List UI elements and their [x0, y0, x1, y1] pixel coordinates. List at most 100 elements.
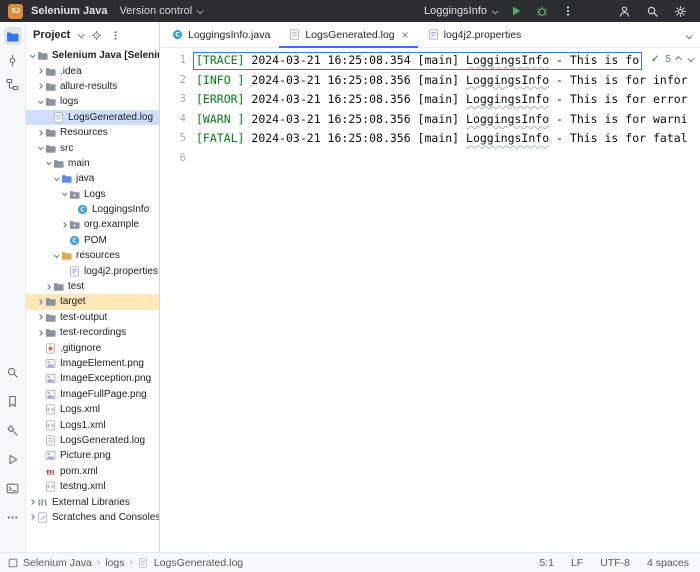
tree-item-idea[interactable]: .idea — [26, 63, 159, 78]
tree-item-selenium-java-seleniumjava[interactable]: Selenium Java [SeleniumJava] — [26, 48, 159, 63]
tree-item-picture-png[interactable]: Picture.png — [26, 448, 159, 463]
close-tab-icon[interactable]: × — [402, 29, 409, 41]
chevron-down-icon[interactable] — [27, 52, 36, 58]
project-name[interactable]: Selenium Java — [31, 5, 107, 17]
chevron-down-icon[interactable] — [35, 98, 44, 104]
tree-item-logsgenerated-log[interactable]: LogsGenerated.log — [26, 433, 159, 448]
tree-item-label: Resources — [60, 127, 108, 139]
source-folder-icon — [60, 173, 73, 185]
file-encoding[interactable]: UTF-8 — [600, 557, 630, 569]
bookmarks-icon[interactable] — [4, 392, 22, 410]
locate-file-icon[interactable] — [91, 30, 102, 41]
chevron-right-icon[interactable] — [43, 283, 52, 290]
run-icon[interactable] — [508, 4, 523, 19]
editor-line[interactable]: 6 — [160, 149, 700, 169]
line-number: 3 — [179, 93, 186, 106]
breadcrumb-item[interactable]: LogsGenerated.log — [154, 557, 243, 569]
code-area[interactable]: 1 [TRACE] 2024-03-21 16:25:08.354 [main] … — [160, 48, 700, 169]
debug-icon[interactable] — [534, 4, 549, 19]
find-icon[interactable] — [4, 363, 22, 381]
indent-style[interactable]: 4 spaces — [647, 557, 689, 569]
breadcrumb-item[interactable]: Selenium Java — [23, 557, 92, 569]
build-icon[interactable] — [4, 421, 22, 439]
tree-item-test-output[interactable]: test-output — [26, 310, 159, 325]
chevron-right-icon[interactable] — [35, 314, 44, 321]
structure-icon[interactable] — [4, 75, 22, 93]
tree-item-test-recordings[interactable]: test-recordings — [26, 325, 159, 340]
more-vertical-icon[interactable] — [110, 30, 121, 41]
folder-icon — [36, 50, 49, 62]
hidden-tabs-icon[interactable] — [685, 26, 700, 44]
chevron-down-icon — [491, 6, 499, 14]
tree-item-external-libraries[interactable]: External Libraries — [26, 494, 159, 509]
tree-item-main[interactable]: main — [26, 156, 159, 171]
editor-line[interactable]: 4 [WARN ] 2024-03-21 16:25:08.356 [main] … — [160, 110, 700, 130]
run-tool-icon[interactable] — [4, 450, 22, 468]
chevron-down-icon[interactable] — [35, 144, 44, 151]
tab-log4j2-properties[interactable]: log4j2.properties — [418, 22, 531, 47]
inspections-widget[interactable]: ✓ 5 — [644, 51, 695, 67]
tree-item-label: test-recordings — [60, 327, 127, 339]
editor-line[interactable]: 2 [INFO ] 2024-03-21 16:25:08.356 [main] … — [160, 71, 700, 91]
tree-item-imageexception-png[interactable]: ImageException.png — [26, 371, 159, 386]
tree-item-java[interactable]: java — [26, 171, 159, 186]
line-separator[interactable]: LF — [571, 557, 583, 569]
settings-icon[interactable] — [673, 4, 688, 19]
terminal-icon[interactable] — [4, 479, 22, 497]
tree-item-logs[interactable]: Logs — [26, 187, 159, 202]
tree-item-resources[interactable]: Resources — [26, 125, 159, 140]
chevron-right-icon[interactable] — [35, 329, 44, 336]
tree-item-pom[interactable]: C POM — [26, 233, 159, 248]
tree-item-logs1-xml[interactable]: Logs1.xml — [26, 417, 159, 432]
chevron-right-icon[interactable] — [35, 129, 44, 136]
chevron-right-icon[interactable] — [27, 499, 36, 505]
more-vertical-icon[interactable] — [560, 4, 575, 19]
chevron-right-icon[interactable] — [27, 514, 36, 521]
tree-item-scratches-and-consoles[interactable]: Scratches and Consoles — [26, 510, 159, 525]
chevron-right-icon[interactable] — [35, 83, 44, 90]
tree-item-loggingsinfo[interactable]: C LoggingsInfo — [26, 202, 159, 217]
tree-item-src[interactable]: src — [26, 140, 159, 155]
editor-tabs-bar: C LoggingsInfo.java LogsGenerated.log × log4… — [160, 22, 700, 48]
tree-item-allure-results[interactable]: allure-results — [26, 79, 159, 94]
prev-problem-icon[interactable] — [675, 56, 682, 63]
search-icon[interactable] — [645, 4, 660, 19]
tree-item-target[interactable]: target — [26, 294, 159, 310]
next-problem-icon[interactable] — [687, 55, 694, 62]
tree-item-gitignore[interactable]: .gitignore — [26, 340, 159, 355]
chevron-right-icon[interactable] — [35, 68, 44, 74]
tree-item-logsgenerated-log[interactable]: LogsGenerated.log — [26, 109, 159, 125]
vcs-widget[interactable]: Version control — [119, 5, 204, 17]
tree-item-logs[interactable]: logs — [26, 94, 159, 109]
tree-item-pom-xml[interactable]: m pom.xml — [26, 464, 159, 479]
chevron-down-icon[interactable] — [51, 252, 60, 258]
project-badge[interactable]: SJ — [8, 3, 23, 19]
commit-icon[interactable] — [4, 51, 22, 69]
chevron-right-icon[interactable] — [59, 222, 68, 228]
editor-line[interactable]: 1 [TRACE] 2024-03-21 16:25:08.354 [main] … — [160, 51, 700, 71]
breadcrumb-item[interactable]: logs — [105, 557, 124, 569]
run-config-selector[interactable]: LoggingsInfo — [424, 5, 499, 17]
tree-item-test[interactable]: test — [26, 279, 159, 294]
editor[interactable]: ✓ 5 1 [TRACE] 2024-03-21 16:25:08.354 [ma… — [160, 48, 700, 552]
chevron-down-icon[interactable] — [51, 175, 60, 181]
tree-item-logs-xml[interactable]: Logs.xml — [26, 402, 159, 417]
tab-loggingsinfo-java[interactable]: C LoggingsInfo.java — [162, 22, 279, 47]
user-icon[interactable] — [617, 4, 632, 19]
chevron-down-icon[interactable] — [43, 159, 52, 166]
project-folder-icon[interactable] — [3, 27, 22, 45]
more-tool-windows-icon[interactable] — [4, 508, 22, 526]
tree-item-log4j2-properties[interactable]: log4j2.properties — [26, 263, 159, 278]
chevron-down-icon[interactable] — [77, 30, 86, 38]
tree-item-imagefullpage-png[interactable]: ImageFullPage.png — [26, 387, 159, 402]
chevron-down-icon[interactable] — [59, 190, 68, 197]
editor-line[interactable]: 3 [ERROR] 2024-03-21 16:25:08.356 [main] … — [160, 90, 700, 110]
tree-item-org-example[interactable]: org.example — [26, 217, 159, 232]
caret-position[interactable]: 5:1 — [539, 557, 554, 569]
tree-item-testng-xml[interactable]: testng.xml — [26, 479, 159, 494]
tab-logsgenerated-log[interactable]: LogsGenerated.log × — [279, 22, 419, 48]
tree-item-resources[interactable]: resources — [26, 248, 159, 263]
tree-item-imageelement-png[interactable]: ImageElement.png — [26, 356, 159, 371]
editor-line[interactable]: 5 [FATAL] 2024-03-21 16:25:08.356 [main] … — [160, 129, 700, 149]
chevron-right-icon[interactable] — [35, 299, 44, 305]
